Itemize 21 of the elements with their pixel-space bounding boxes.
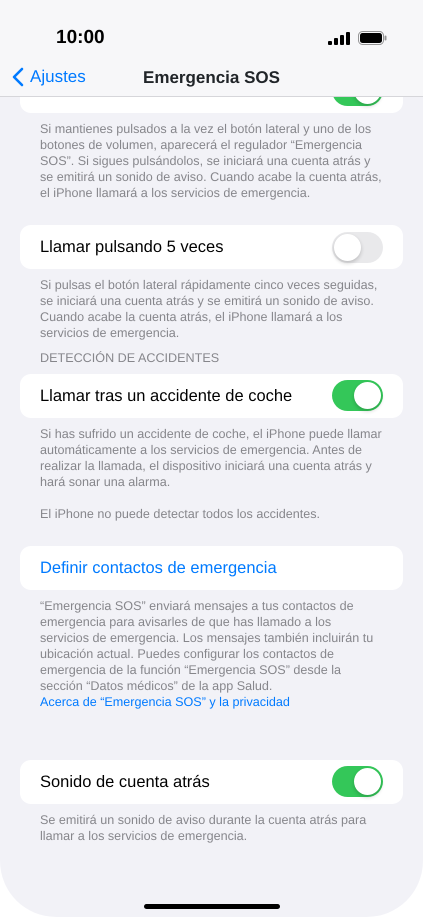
row-label: Llamar pulsando 5 veces	[40, 236, 224, 258]
contacts-link[interactable]: Definir contactos de emergencia	[40, 556, 277, 580]
battery-icon	[358, 31, 387, 45]
footer-text: El iPhone no puede detectar todos los accidentes.	[40, 506, 322, 522]
row-label: Llamar tras un accidente de coche	[40, 386, 292, 407]
footer-text: Si has sufrido un accidente de coche, el iPhone puede llamar automáticamente a los servicios de emergencia. Antes de realizar la llamada, el dispositivo iniciará una cuenta atrás y hará sonar una alarma.	[40, 426, 383, 490]
nav-title: Emergencia SOS	[142, 67, 280, 89]
back-button[interactable]: Ajustes	[12, 64, 86, 90]
footer-text: Si mantienes pulsados a la vez el botón lateral y uno de los botones de volumen, aparecerá el regulador “Emergencia SOS”. Si sigues pulsándolos, se iniciará una cuenta atrás y se emitirá un sonido de aviso. Cuando acabe la cuenta atrás, el iPhone llamará a los servicios de emergencia.	[40, 121, 383, 201]
footer-text: Se emitirá un sonido de aviso durante la cuenta atrás para llamar a los servicios de emergencia.	[40, 812, 368, 844]
toggle-switch[interactable]	[332, 232, 383, 262]
signal-icon	[328, 32, 350, 44]
toggle-switch[interactable]	[332, 766, 383, 798]
privacy-link[interactable]: Acerca de “Emergencia SOS” y la privacidad	[40, 694, 290, 710]
row-label: Sonido de cuenta atrás	[40, 772, 210, 793]
status-time: 10:00	[56, 26, 105, 50]
footer-text: Si pulsas el botón lateral rápidamente cinco veces seguidas, se iniciará una cuenta atrás y se emitirá un sonido de aviso. Cuando acabe la cuenta atrás, el iPhone llamará a los servicios de emergencia.	[40, 277, 378, 341]
section-header: DETECCIÓN DE ACCIDENTES	[39, 350, 220, 367]
back-chevron-icon	[12, 66, 24, 87]
footer-text: “Emergencia SOS” enviará mensajes a tus contactos de emergencia para avisarles de que has llamado a los servicios de emergencia. Los mensajes también incluirán tu ubicación actual. Puedes configurar los contactos de emergencia de la función “Emergencia SOS” desde la sección “Datos médicos” de la app Salud.	[40, 598, 374, 694]
toggle-switch[interactable]	[332, 380, 383, 412]
